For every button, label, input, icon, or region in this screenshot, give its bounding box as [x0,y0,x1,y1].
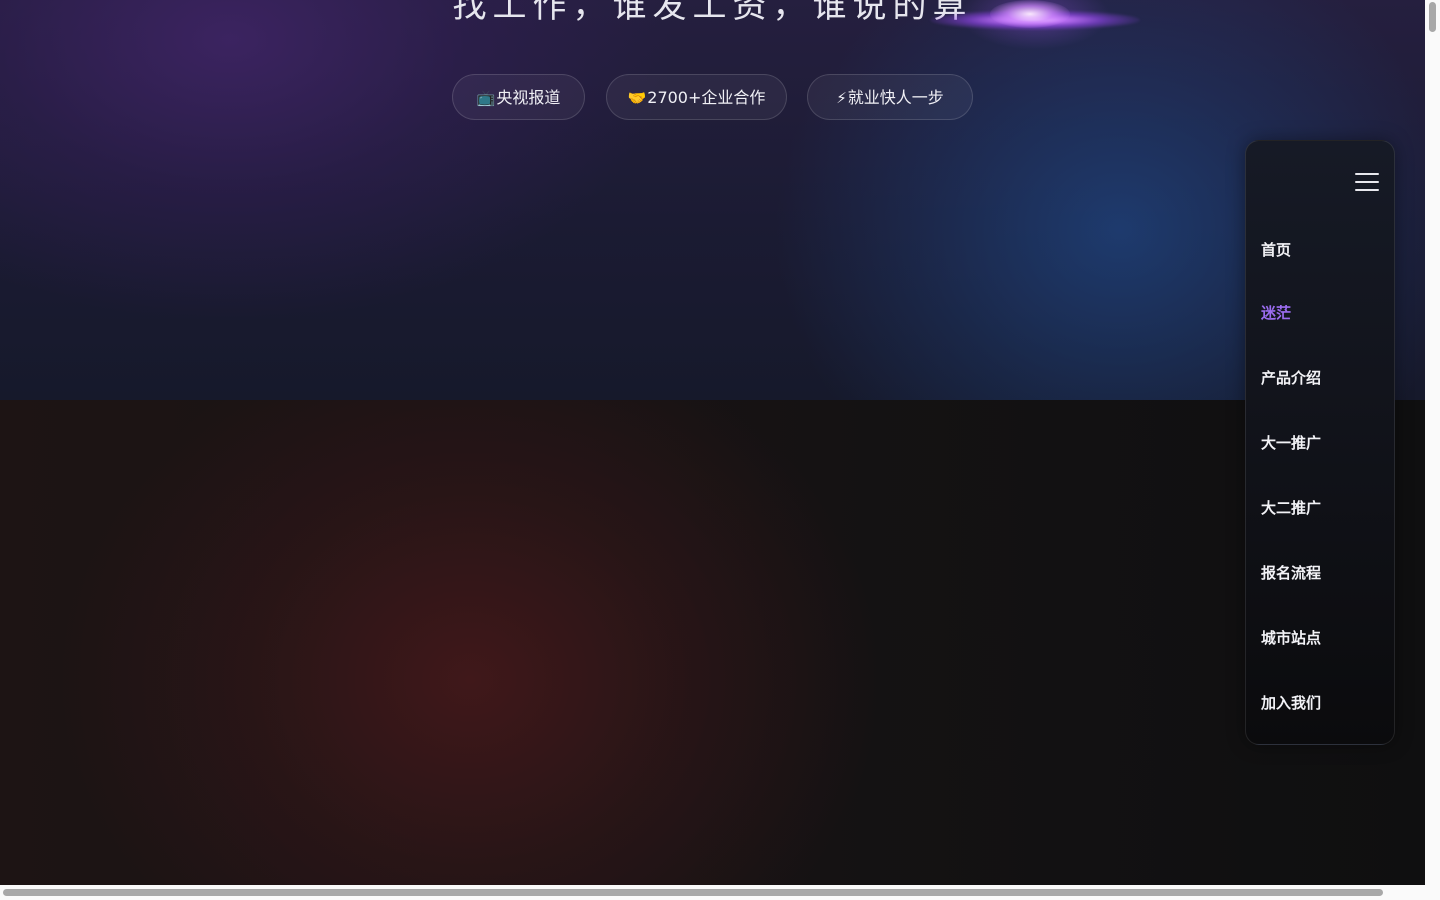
scrollbar-corner [1425,885,1440,900]
nav-item-sophomore-promo[interactable]: 大二推广 [1261,497,1321,519]
nav-item-product-intro[interactable]: 产品介绍 [1261,367,1321,389]
nav-item-city-sites[interactable]: 城市站点 [1261,627,1321,649]
viewport: 找工作，谁发工资，谁说的算 📺央视报道 🤝2700+企业合作 ⚡就业快人一步 首… [0,0,1425,885]
pill-employment-fast[interactable]: ⚡就业快人一步 [807,74,973,120]
tv-icon: 📺 [476,89,496,107]
pill-label: 央视报道 [496,88,561,107]
nav-item-lost[interactable]: 迷茫 [1261,302,1291,324]
pill-cctv-report[interactable]: 📺央视报道 [452,74,585,120]
nav-item-join-us[interactable]: 加入我们 [1261,692,1321,714]
page: 找工作，谁发工资，谁说的算 📺央视报道 🤝2700+企业合作 ⚡就业快人一步 首… [0,0,1440,900]
nav-item-home[interactable]: 首页 [1261,239,1291,261]
nav-item-freshman-promo[interactable]: 大一推广 [1261,432,1321,454]
light-flare-core [990,0,1070,28]
pill-enterprise-cooperation[interactable]: 🤝2700+企业合作 [606,74,787,120]
pill-label: 就业快人一步 [847,88,944,107]
horizontal-scrollbar[interactable] [0,885,1425,900]
side-nav-panel: 首页 迷茫 产品介绍 大一推广 大二推广 报名流程 城市站点 加入我们 [1245,140,1395,745]
hamburger-menu-icon[interactable] [1355,172,1379,192]
feature-pills: 📺央视报道 🤝2700+企业合作 ⚡就业快人一步 [0,74,1425,122]
hero-title: 找工作，谁发工资，谁说的算 [452,0,973,26]
horizontal-scrollbar-thumb[interactable] [3,889,1383,896]
nav-item-signup-process[interactable]: 报名流程 [1261,562,1321,584]
vertical-scrollbar-thumb[interactable] [1429,2,1436,32]
pill-label: 2700+企业合作 [647,88,766,107]
vertical-scrollbar[interactable] [1425,0,1440,885]
handshake-icon: 🤝 [627,89,647,107]
lightning-icon: ⚡ [836,89,847,107]
hero-section: 找工作，谁发工资，谁说的算 📺央视报道 🤝2700+企业合作 ⚡就业快人一步 [0,0,1425,400]
content-section [0,400,1425,885]
